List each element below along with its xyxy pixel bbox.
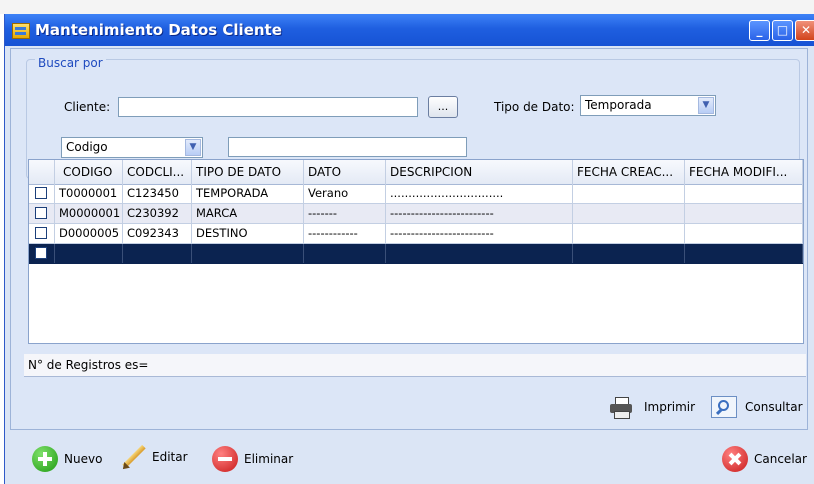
grid-header-select[interactable]	[29, 160, 55, 184]
cliente-input[interactable]	[118, 97, 418, 117]
consult-label: Consultar	[745, 400, 803, 414]
row-select-cell[interactable]	[29, 184, 55, 203]
title-bar[interactable]: Mantenimiento Datos Cliente _ □ ✕	[5, 14, 814, 46]
pencil-icon	[118, 442, 148, 472]
status-bar: N° de Registros es=	[24, 354, 806, 377]
search-group-title: Buscar por	[35, 56, 106, 70]
tipo-dato-label: Tipo de Dato:	[494, 100, 575, 114]
new-row[interactable]	[29, 244, 803, 264]
new-button[interactable]: Nuevo	[32, 446, 102, 472]
edit-label: Editar	[152, 450, 188, 464]
minus-icon	[212, 446, 238, 472]
grid-cell[interactable]	[192, 244, 304, 263]
new-label: Nuevo	[64, 452, 103, 466]
row-select-cell[interactable]	[29, 224, 55, 243]
grid-cell[interactable]: TEMPORADA	[192, 184, 304, 203]
window-app-icon	[12, 23, 30, 39]
grid-cell[interactable]	[685, 224, 803, 243]
window-title: Mantenimiento Datos Cliente	[35, 21, 282, 39]
browse-cliente-button[interactable]: ...	[428, 96, 458, 118]
maximize-button[interactable]: □	[772, 20, 793, 41]
column-header[interactable]: FECHA MODIFI...	[685, 160, 803, 184]
background-strip	[0, 0, 814, 14]
grid-cell[interactable]	[573, 224, 685, 243]
column-header[interactable]: TIPO DE DATO	[192, 160, 304, 184]
print-label: Imprimir	[644, 400, 696, 414]
row-select-cell[interactable]	[29, 244, 55, 263]
edit-button[interactable]: Editar	[118, 442, 188, 472]
grid-cell[interactable]: D0000005	[55, 224, 123, 243]
grid-cell[interactable]: ------------	[304, 224, 386, 243]
delete-button[interactable]: Eliminar	[212, 446, 293, 472]
table-row[interactable]: D0000005 C092343 DESTINO ------------ --…	[29, 224, 803, 244]
minimize-icon: _	[756, 23, 763, 37]
tipo-dato-select[interactable]: Temporada ▼	[580, 95, 716, 116]
grid-cell[interactable]: -------	[304, 204, 386, 223]
delete-label: Eliminar	[244, 452, 294, 466]
search-filter-input[interactable]	[228, 137, 467, 157]
table-row[interactable]: T0000001 C123450 TEMPORADA Verano ......…	[29, 184, 803, 204]
record-count-label: N° de Registros es=	[28, 358, 149, 372]
cancel-button[interactable]: Cancelar	[722, 446, 807, 472]
printer-icon	[610, 396, 632, 419]
row-checkbox[interactable]	[35, 187, 47, 199]
grid-cell[interactable]	[573, 244, 685, 263]
magnifier-icon	[711, 396, 737, 418]
dropdown-arrow-icon[interactable]: ▼	[185, 139, 201, 156]
grid-cell[interactable]	[685, 184, 803, 203]
grid-cell[interactable]	[573, 184, 685, 203]
grid-cell[interactable]	[685, 204, 803, 223]
tipo-dato-value: Temporada	[585, 98, 652, 112]
consult-button[interactable]: Consultar	[711, 396, 803, 418]
row-checkbox[interactable]	[35, 207, 47, 219]
close-button[interactable]: ✕	[795, 20, 814, 41]
grid-cell[interactable]: ...............................	[386, 184, 573, 203]
row-select-cell[interactable]	[29, 204, 55, 223]
grid-cell[interactable]	[55, 244, 123, 263]
grid-cell[interactable]	[573, 204, 685, 223]
grid-cell[interactable]: DESTINO	[192, 224, 304, 243]
plus-icon	[32, 446, 58, 472]
grid-cell[interactable]: C123450	[123, 184, 192, 203]
cancel-x-icon	[722, 446, 748, 472]
grid-cell[interactable]: -------------------------	[386, 204, 573, 223]
column-header[interactable]: CODCLI...	[123, 160, 192, 184]
column-header[interactable]: DESCRIPCION	[386, 160, 573, 184]
grid-cell[interactable]: C230392	[123, 204, 192, 223]
cancel-label: Cancelar	[754, 452, 807, 466]
grid-cell[interactable]	[386, 244, 573, 263]
column-header[interactable]: DATO	[304, 160, 386, 184]
print-button[interactable]: Imprimir	[610, 396, 696, 419]
grid-cell[interactable]: C092343	[123, 224, 192, 243]
column-header[interactable]: CODIGO	[55, 160, 123, 184]
close-icon: ✕	[800, 23, 812, 37]
dropdown-arrow-icon[interactable]: ▼	[698, 97, 714, 114]
minimize-button[interactable]: _	[749, 20, 770, 41]
grid-cell[interactable]: -------------------------	[386, 224, 573, 243]
cliente-label: Cliente:	[64, 100, 111, 114]
grid-header: CODIGO CODCLI... TIPO DE DATO DATO DESCR…	[29, 160, 803, 185]
grid-cell[interactable]	[685, 244, 803, 263]
data-grid[interactable]: CODIGO CODCLI... TIPO DE DATO DATO DESCR…	[28, 159, 804, 344]
row-checkbox[interactable]	[35, 227, 47, 239]
grid-cell[interactable]: MARCA	[192, 204, 304, 223]
grid-cell[interactable]: T0000001	[55, 184, 123, 203]
search-field-value: Codigo	[66, 140, 108, 154]
grid-cell[interactable]: Verano	[304, 184, 386, 203]
search-field-select[interactable]: Codigo ▼	[61, 137, 203, 158]
table-row[interactable]: M0000001 C230392 MARCA ------- ---------…	[29, 204, 803, 224]
row-checkbox[interactable]	[35, 247, 47, 259]
grid-cell[interactable]: M0000001	[55, 204, 123, 223]
grid-cell[interactable]	[304, 244, 386, 263]
column-header[interactable]: FECHA CREAC...	[573, 160, 685, 184]
maximize-icon: □	[776, 23, 789, 37]
grid-cell[interactable]	[123, 244, 192, 263]
